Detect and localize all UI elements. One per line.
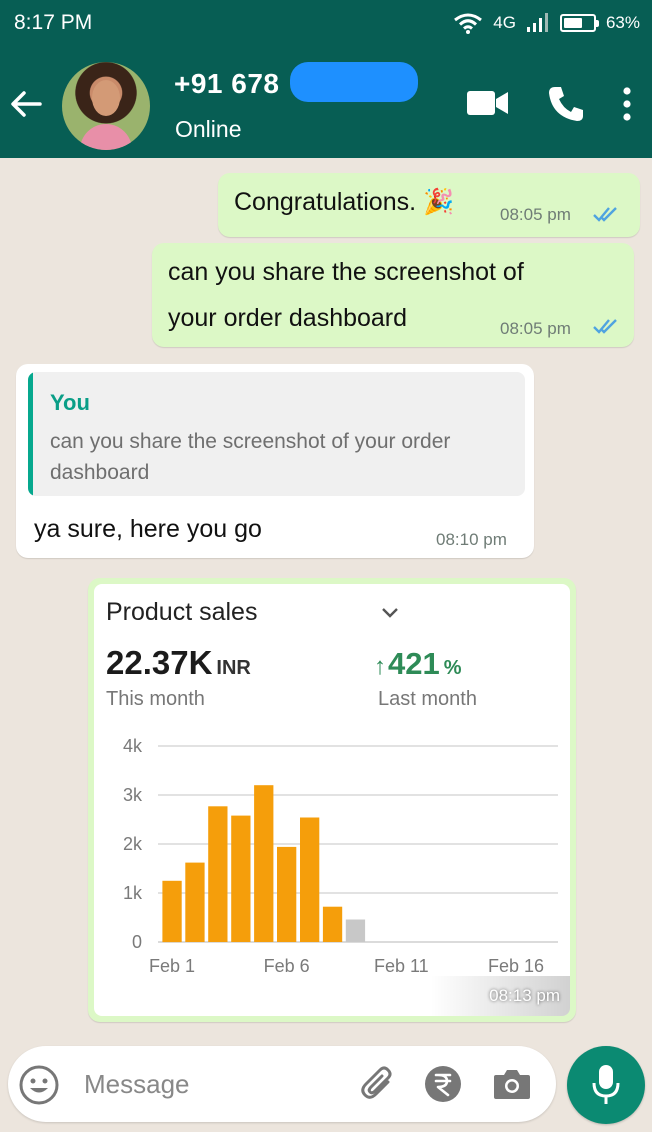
up-arrow-icon: ↑ [374,653,386,680]
camera-icon[interactable] [492,1066,532,1107]
sales-amount: 22.37K [106,644,213,681]
dashboard-screenshot[interactable]: Product sales 22.37K INR This month ↑421%… [94,584,570,1016]
x-tick-label: Feb 11 [374,956,429,974]
message-bubble-outgoing[interactable]: Congratulations. 🎉 08:05 pm [218,173,640,237]
sales-bar-chart: 4k 3k 2k 1k 0 Feb 1 Feb 6 Feb 11 Feb 16 [123,736,558,974]
x-tick-label: Feb 1 [149,956,195,974]
image-message[interactable]: Product sales 22.37K INR This month ↑421%… [88,578,576,1022]
change-value: 421 [388,646,440,681]
message-input[interactable] [84,1064,334,1104]
status-icons: 4G 63% [453,12,640,34]
avatar-face [92,80,120,116]
status-time: 8:17 PM [14,11,93,34]
bar [208,806,228,942]
x-tick-label: Feb 6 [264,956,310,974]
y-tick-label: 2k [123,834,143,854]
quoted-message[interactable]: You can you share the screenshot of your… [28,372,525,496]
bar [300,817,320,942]
voice-call-icon[interactable] [546,84,586,129]
read-ticks-icon [592,317,620,340]
quote-text: can you share the screenshot of your ord… [50,430,451,484]
bar [277,846,297,942]
video-call-icon[interactable] [466,88,510,123]
y-tick-label: 1k [123,883,143,903]
bar [345,919,366,942]
change-unit: % [443,657,462,679]
rupee-payment-icon[interactable] [423,1064,463,1109]
contact-status: Online [175,116,242,142]
message-time: 08:10 pm [436,530,507,549]
sales-unit: INR [216,657,251,679]
y-tick-label: 4k [123,736,143,756]
bar [185,862,205,942]
battery-icon [559,14,599,32]
attach-icon[interactable] [360,1066,398,1109]
message-time: 08:05 pm [500,319,571,338]
read-ticks-icon [592,205,620,228]
message-text-line: your order dashboard [168,304,408,332]
bar [231,815,251,942]
chevron-down-icon [380,606,400,625]
signal-icon [526,13,550,33]
redaction-mark [290,62,418,102]
message-bubble-incoming[interactable]: You can you share the screenshot of your… [16,364,534,558]
message-text: Congratulations. 🎉 [234,188,455,216]
sales-change: ↑421% [374,646,462,682]
avatar[interactable] [62,62,150,150]
y-tick-label: 0 [132,932,142,952]
sales-value: 22.37K INR [106,644,251,682]
sales-period-label: This month [106,688,205,710]
more-vert-icon[interactable] [620,86,634,127]
composer-bar [8,1046,556,1122]
card-title: Product sales [106,598,258,626]
bar [254,785,274,942]
quote-accent-bar [28,372,33,496]
emoji-icon[interactable] [18,1064,60,1111]
battery-percent: 63% [605,13,640,32]
status-bar: 8:17 PM 4G 63% [0,0,652,46]
message-bubble-outgoing[interactable]: can you share the screenshot of your ord… [152,243,634,347]
change-period-label: Last month [378,688,477,710]
mic-icon [591,1063,621,1112]
x-tick-label: Feb 16 [488,956,544,974]
message-time: 08:05 pm [500,205,571,224]
avatar-shirt [80,124,132,150]
network-type: 4G [493,13,516,32]
y-tick-label: 3k [123,785,143,805]
mic-button[interactable] [567,1046,645,1124]
battery-fill [563,18,582,28]
bar [162,880,182,943]
wifi-icon [453,12,483,34]
quote-author: You [50,390,90,415]
message-time: 08:13 pm [489,986,560,1005]
contact-name[interactable]: +91 678 [174,68,280,100]
message-text: ya sure, here you go [34,515,262,543]
back-arrow-icon[interactable] [6,84,46,124]
message-text-line: can you share the screenshot of [168,258,524,286]
chat-header: +91 678 Online [0,46,652,158]
bar [322,906,343,942]
